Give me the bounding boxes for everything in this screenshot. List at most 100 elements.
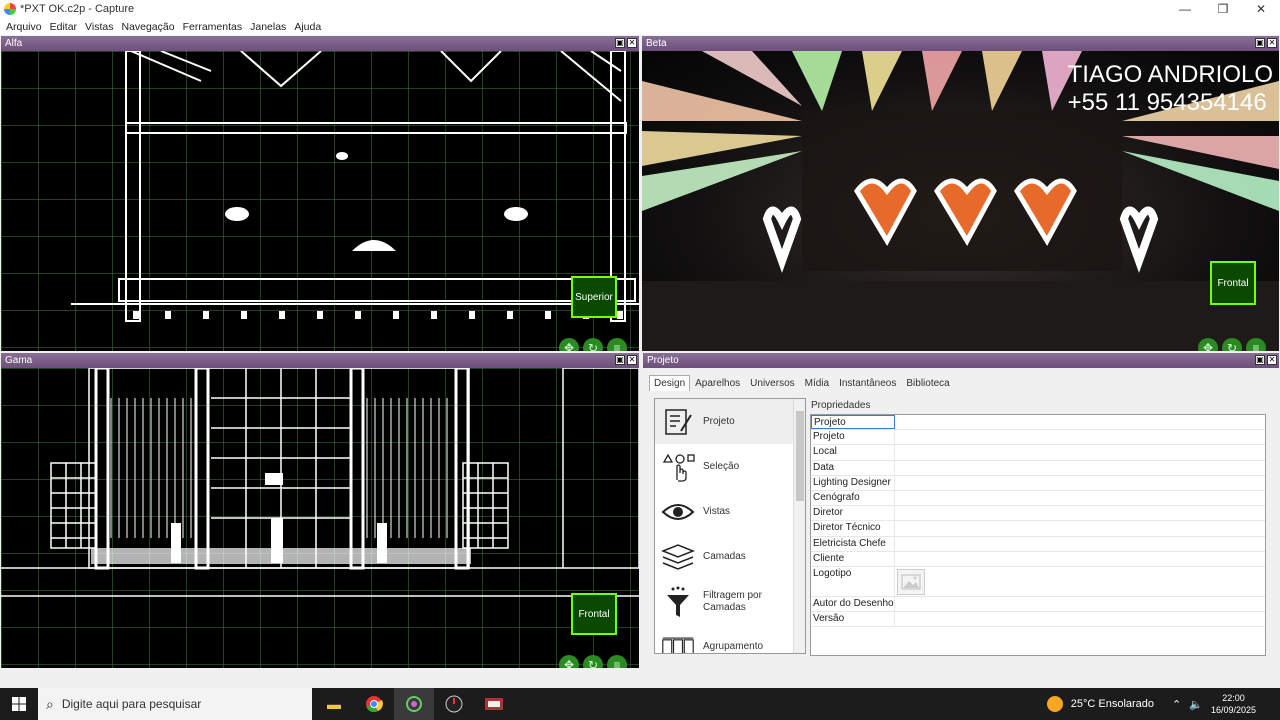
tab-biblioteca[interactable]: Biblioteca (901, 375, 954, 391)
weather-text[interactable]: 25°C Ensolarado (1071, 698, 1154, 710)
tab-instantaneos[interactable]: Instantâneos (834, 375, 901, 391)
project-document-icon (661, 405, 695, 439)
property-row[interactable]: Projeto (811, 415, 1265, 431)
app-icon (4, 3, 16, 15)
view-label-superior[interactable]: Superior (571, 276, 617, 318)
maximize-view-icon[interactable]: ▣ (1255, 38, 1265, 48)
beta-viewport[interactable]: TIAGO ANDRIOLO +55 11 954354146 Frontal … (642, 51, 1279, 351)
property-label: Cenógrafo (811, 490, 895, 506)
property-label: Diretor (811, 506, 895, 521)
logo-placeholder-icon[interactable] (897, 568, 925, 595)
menu-navegacao[interactable]: Navegação (117, 21, 178, 33)
property-row[interactable]: Lighting Designer (811, 475, 1265, 491)
system-tray: 25°C Ensolarado ⌃ 🔈 22:00 16/09/2025 (1046, 688, 1274, 720)
pan-icon[interactable]: ✥ (559, 655, 579, 668)
alfa-viewport[interactable]: Superior ✥ ↻ ≡ (1, 51, 639, 351)
menu-editar[interactable]: Editar (46, 21, 81, 33)
rotate-icon[interactable]: ↻ (583, 655, 603, 668)
video-app-icon[interactable] (474, 688, 514, 720)
title-bar: *PXT OK.c2p - Capture — ❐ ✕ (0, 0, 1280, 18)
property-row[interactable]: Diretor Técnico (811, 521, 1265, 537)
projeto-header: Projeto ▣ ✕ (643, 353, 1279, 368)
tab-universos[interactable]: Universos (745, 375, 799, 391)
close-view-icon[interactable]: ✕ (627, 355, 637, 365)
menu-ajuda[interactable]: Ajuda (290, 21, 325, 33)
property-row[interactable]: Diretor (811, 506, 1265, 522)
tool-projeto[interactable]: Projeto (655, 399, 805, 444)
property-label: Autor do Desenho (811, 596, 895, 612)
clock[interactable]: 22:00 16/09/2025 (1211, 692, 1256, 716)
maximize-button[interactable]: ❐ (1204, 0, 1242, 18)
tab-aparelhos[interactable]: Aparelhos (690, 375, 745, 391)
watermark-text: TIAGO ANDRIOLO +55 11 954354146 (1068, 61, 1273, 117)
chrome-icon[interactable] (354, 688, 394, 720)
property-row[interactable]: Local (811, 445, 1265, 461)
menu-icon[interactable]: ≡ (607, 338, 627, 351)
property-row[interactable]: Eletricista Chefe (811, 536, 1265, 552)
property-label: Projeto (811, 430, 895, 445)
close-view-icon[interactable]: ✕ (627, 38, 637, 48)
alfa-panel: Alfa ▣ ✕ Superior ✥ ↻ ≡ (1, 36, 639, 351)
property-row[interactable]: Cenógrafo (811, 490, 1265, 507)
property-label: Data (811, 460, 895, 475)
tool-list-scrollbar[interactable] (793, 399, 805, 653)
stage-front-drawing (1, 368, 639, 597)
gama-header: Gama ▣ ✕ (1, 353, 639, 368)
layers-icon (661, 540, 695, 574)
obs-recorder-icon[interactable] (434, 688, 474, 720)
gama-viewport[interactable]: Frontal ✥ ↻ ≡ (1, 368, 639, 668)
tool-camadas[interactable]: Camadas (655, 534, 805, 579)
property-row[interactable]: Projeto (811, 430, 1265, 446)
tool-vistas[interactable]: Vistas (655, 489, 805, 534)
filter-funnel-icon (661, 585, 695, 619)
maximize-view-icon[interactable]: ▣ (615, 38, 625, 48)
close-view-icon[interactable]: ✕ (1267, 355, 1277, 365)
taskbar: ⌕ Digite aqui para pesquisar ▬ 25°C Enso… (0, 688, 1280, 720)
file-explorer-icon[interactable]: ▬ (314, 688, 354, 720)
windows-start-icon[interactable] (0, 688, 38, 720)
pan-icon[interactable]: ✥ (1198, 338, 1218, 351)
selection-hand-icon (661, 450, 695, 484)
property-row[interactable]: Cliente (811, 551, 1265, 567)
property-row[interactable]: Data (811, 460, 1265, 476)
tool-selecao[interactable]: Seleção (655, 444, 805, 489)
menu-vistas[interactable]: Vistas (81, 21, 117, 33)
gama-panel: Gama ▣ ✕ Frontal ✥ ↻ ≡ (1, 353, 639, 668)
rotate-icon[interactable]: ↻ (1222, 338, 1242, 351)
view-label-frontal[interactable]: Frontal (1210, 261, 1256, 305)
tab-midia[interactable]: Mídia (800, 375, 834, 391)
tool-agrupamento[interactable]: Agrupamento (655, 624, 805, 653)
menu-janelas[interactable]: Janelas (246, 21, 290, 33)
beta-title: Beta (646, 38, 667, 49)
property-row[interactable]: Autor do Desenho (811, 596, 1265, 613)
watermark-name: TIAGO ANDRIOLO (1067, 61, 1273, 88)
search-placeholder: Digite aqui para pesquisar (61, 697, 202, 711)
volume-icon[interactable]: 🔈 (1189, 698, 1203, 711)
tool-filtragem-label: Filtragem por Camadas (703, 589, 762, 613)
close-view-icon[interactable]: ✕ (1267, 38, 1277, 48)
close-button[interactable]: ✕ (1242, 0, 1280, 18)
tool-filtragem[interactable]: Filtragem por Camadas (655, 579, 805, 624)
maximize-view-icon[interactable]: ▣ (615, 355, 625, 365)
property-row[interactable]: Versão (811, 612, 1265, 628)
menu-arquivo[interactable]: Arquivo (2, 21, 46, 33)
menu-ferramentas[interactable]: Ferramentas (179, 21, 247, 33)
search-icon: ⌕ (46, 695, 54, 712)
rotate-icon[interactable]: ↻ (583, 338, 603, 351)
menu-icon[interactable]: ≡ (1246, 338, 1266, 351)
tool-camadas-label: Camadas (703, 551, 746, 562)
property-label: Versão (811, 612, 895, 627)
chevron-up-icon[interactable]: ⌃ (1172, 698, 1181, 711)
tab-design[interactable]: Design (649, 375, 691, 391)
gama-view-tools: ✥ ↻ ≡ (559, 655, 627, 668)
alfa-header: Alfa ▣ ✕ (1, 36, 639, 51)
taskbar-search[interactable]: ⌕ Digite aqui para pesquisar (38, 688, 312, 720)
property-label: Projeto (811, 415, 895, 430)
view-label-frontal-gama[interactable]: Frontal (571, 593, 617, 635)
property-row[interactable]: Logotipo (811, 566, 1265, 597)
minimize-button[interactable]: — (1166, 0, 1204, 18)
pan-icon[interactable]: ✥ (559, 338, 579, 351)
capture-app-icon[interactable] (394, 688, 434, 720)
maximize-view-icon[interactable]: ▣ (1255, 355, 1265, 365)
menu-icon[interactable]: ≡ (607, 655, 627, 668)
